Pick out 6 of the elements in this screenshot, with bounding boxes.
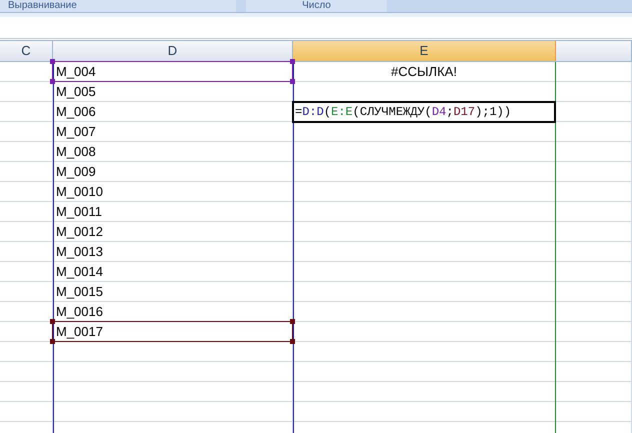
ribbon-group-label: Выравнивание	[0, 0, 236, 12]
column-header[interactable]: E	[293, 41, 556, 61]
table-cell: M_004	[53, 62, 293, 82]
formula-input-field[interactable]: =D:D(E:E(СЛУЧМЕЖДУ(D4;D17);1))	[292, 101, 556, 123]
ribbon-group-label: Число	[246, 0, 387, 12]
table-cell: M_0017	[53, 322, 293, 342]
